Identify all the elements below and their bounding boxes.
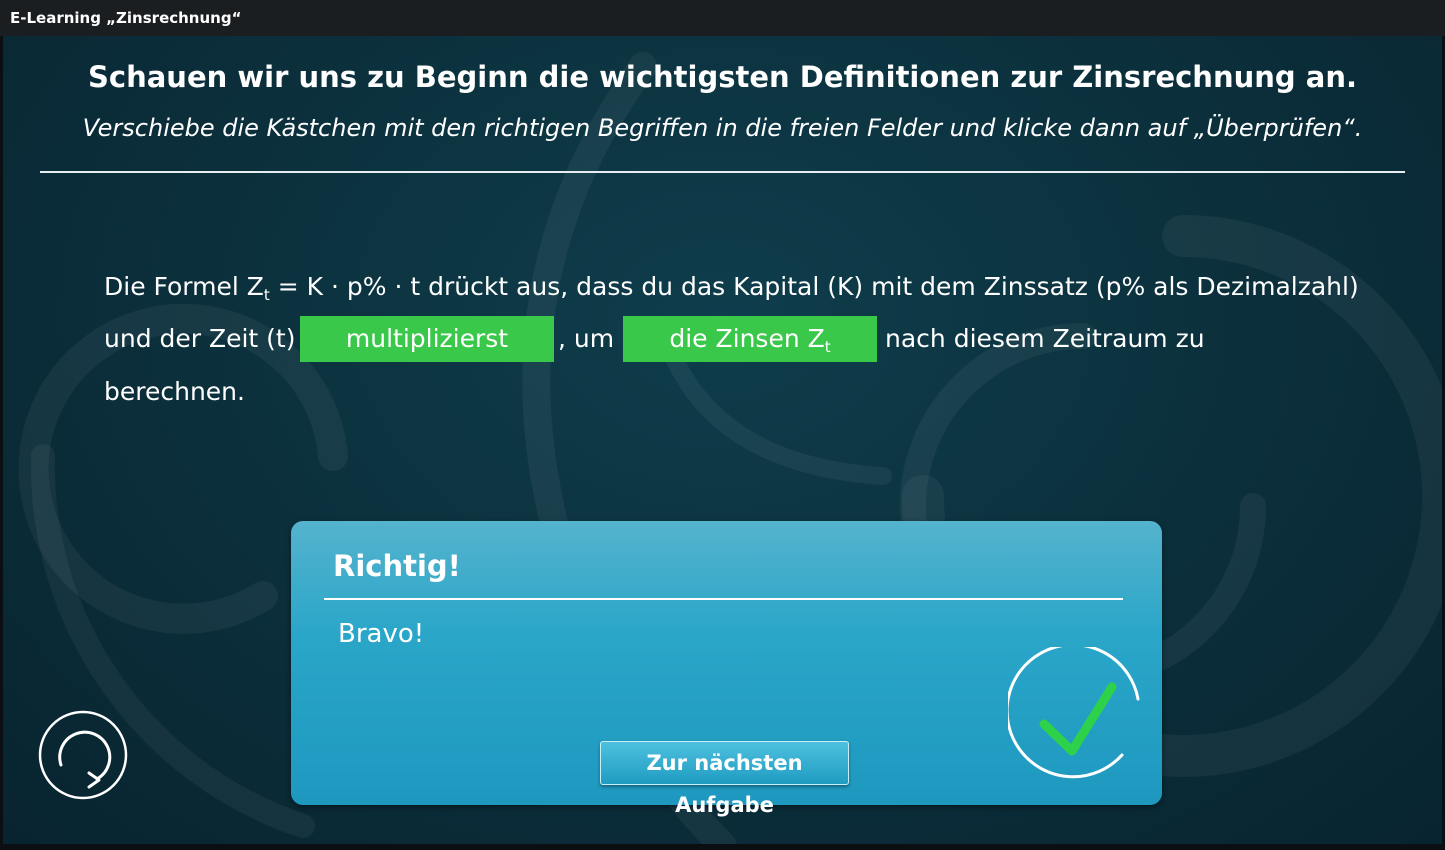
reset-icon[interactable] — [37, 709, 129, 801]
next-task-button[interactable]: Zur nächsten Aufgabe — [600, 741, 849, 817]
feedback-dialog: Richtig! Bravo! Zur nächsten Aufgabe — [291, 521, 1162, 817]
line2-end-text: nach diesem Zeitraum zu — [885, 324, 1205, 353]
feedback-message: Bravo! — [338, 619, 425, 649]
line2-start-text: und der Zeit (t) — [104, 324, 296, 353]
drop-zone-2-subscript: t — [824, 338, 831, 356]
drop-zone-1[interactable]: multiplizierst — [300, 316, 554, 362]
feedback-title: Richtig! — [333, 549, 461, 583]
page-heading: Schauen wir uns zu Beginn die wichtigste… — [88, 60, 1357, 94]
formula-prefix: Die Formel Z — [104, 272, 264, 301]
header-divider — [40, 171, 1405, 173]
check-circle-icon — [1008, 647, 1140, 779]
drop-zone-1-term: multiplizierst — [345, 324, 509, 353]
between-text: , um — [558, 324, 615, 353]
lesson-stage: Schauen wir uns zu Beginn die wichtigste… — [3, 36, 1442, 844]
window-title: E-Learning „Zinsrechnung“ — [0, 0, 1445, 36]
drop-zone-2-term: die Zinsen Z — [669, 324, 825, 353]
feedback-divider — [324, 598, 1123, 600]
exercise-line-3: berechnen. — [104, 377, 245, 406]
exercise-line-1: Die Formel Zt = K · p% · t drückt aus, d… — [104, 264, 1359, 310]
formula-rest: = K · p% · t drückt aus, dass du das Kap… — [269, 272, 1359, 301]
drop-zone-2[interactable]: die Zinsen Zt — [623, 316, 877, 362]
instruction-text: Verschiebe die Kästchen mit den richtige… — [82, 114, 1363, 142]
